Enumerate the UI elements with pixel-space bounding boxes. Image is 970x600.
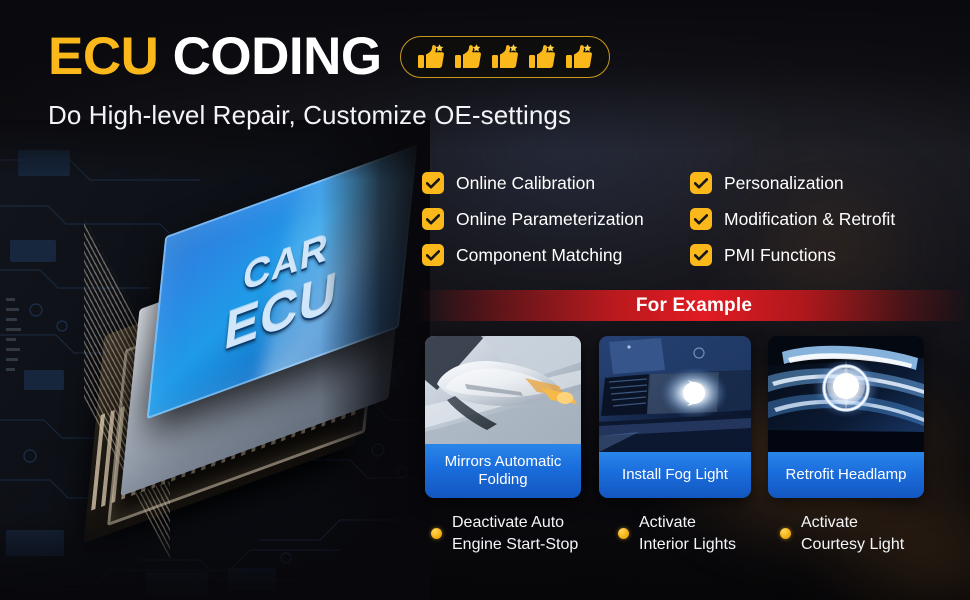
feature-item: Personalization bbox=[690, 172, 962, 194]
feature-item-label: Personalization bbox=[724, 172, 844, 193]
thumbs-up-star-icon bbox=[491, 43, 518, 68]
thumbs-up-star-icon bbox=[528, 43, 555, 68]
example-card[interactable]: Mirrors Automatic Folding bbox=[425, 336, 581, 498]
thumbs-up-star-icon bbox=[565, 43, 592, 68]
bullet-dot-icon bbox=[780, 528, 791, 540]
page-title-rest: CODING bbox=[172, 27, 383, 86]
feature-item-label: Online Calibration bbox=[456, 172, 596, 193]
bullet-text: Activate Interior Lights bbox=[639, 512, 736, 555]
bullet-text: Activate Courtesy Light bbox=[801, 512, 904, 555]
art-bottom-fade bbox=[0, 510, 430, 600]
list-item: Activate Courtesy Light bbox=[780, 512, 904, 555]
thumbs-up-star-icon bbox=[454, 43, 481, 68]
title-row: ECU CODING bbox=[48, 30, 610, 83]
bullet-line1: Activate bbox=[639, 514, 696, 531]
feature-item: Component Matching bbox=[422, 244, 690, 266]
car-ecu-chip-illustration: CAR ECU bbox=[0, 120, 430, 600]
bullet-line2: Interior Lights bbox=[639, 535, 736, 553]
example-card[interactable]: Retrofit Headlamp bbox=[768, 336, 924, 498]
for-example-banner: For Example bbox=[418, 290, 970, 321]
feature-item-label: Online Parameterization bbox=[456, 208, 644, 229]
page-title-highlight: ECU bbox=[48, 27, 159, 86]
page-subtitle: Do High-level Repair, Customize OE-setti… bbox=[48, 100, 572, 130]
list-item: Deactivate Auto Engine Start-Stop bbox=[431, 512, 578, 555]
check-icon bbox=[690, 172, 712, 194]
example-card[interactable]: Install Fog Light bbox=[599, 336, 751, 498]
feature-item: PMI Functions bbox=[690, 244, 962, 266]
bullet-dot-icon bbox=[618, 528, 629, 540]
feature-item-label: Modification & Retrofit bbox=[724, 208, 896, 229]
bullet-text: Deactivate Auto Engine Start-Stop bbox=[452, 512, 578, 555]
example-card-label: Retrofit Headlamp bbox=[768, 452, 924, 498]
check-icon bbox=[690, 208, 712, 230]
header: ECU CODING Do High-level Repair, Customi… bbox=[48, 30, 610, 131]
car-side-mirror-photo bbox=[425, 336, 581, 452]
feature-item: Modification & Retrofit bbox=[690, 208, 962, 230]
rating-badge bbox=[399, 35, 610, 78]
bullet-line2: Courtesy Light bbox=[801, 535, 905, 553]
check-icon bbox=[422, 172, 444, 194]
check-icon bbox=[690, 244, 712, 266]
feature-item: Online Parameterization bbox=[422, 208, 690, 230]
example-card-label: Mirrors Automatic Folding bbox=[425, 444, 581, 498]
feature-item-label: PMI Functions bbox=[724, 244, 836, 265]
feature-checklist: Online Calibration Personalization Onlin… bbox=[422, 172, 962, 266]
bullet-dot-icon bbox=[431, 528, 442, 540]
check-icon bbox=[422, 244, 444, 266]
car-headlamp-photo bbox=[768, 336, 924, 452]
bullet-line2: Engine Start-Stop bbox=[452, 535, 579, 553]
bullet-line1: Activate bbox=[801, 514, 858, 531]
example-bullet-list: Deactivate Auto Engine Start-Stop Activa… bbox=[425, 512, 965, 574]
example-card-label: Install Fog Light bbox=[599, 452, 751, 498]
car-fog-light-photo bbox=[599, 336, 751, 452]
page-title: ECU CODING bbox=[48, 30, 382, 83]
for-example-label: For Example bbox=[635, 294, 753, 316]
thumbs-up-star-icon bbox=[417, 43, 444, 68]
list-item: Activate Interior Lights bbox=[618, 512, 736, 555]
check-icon bbox=[422, 208, 444, 230]
feature-item-label: Component Matching bbox=[456, 244, 623, 265]
bullet-line1: Deactivate Auto bbox=[452, 514, 565, 531]
example-cards: Mirrors Automatic Folding Install Fog Li… bbox=[425, 336, 925, 501]
promo-banner: CAR ECU ECU CODING Do High-level Repair,… bbox=[0, 0, 970, 600]
feature-item: Online Calibration bbox=[422, 172, 690, 194]
